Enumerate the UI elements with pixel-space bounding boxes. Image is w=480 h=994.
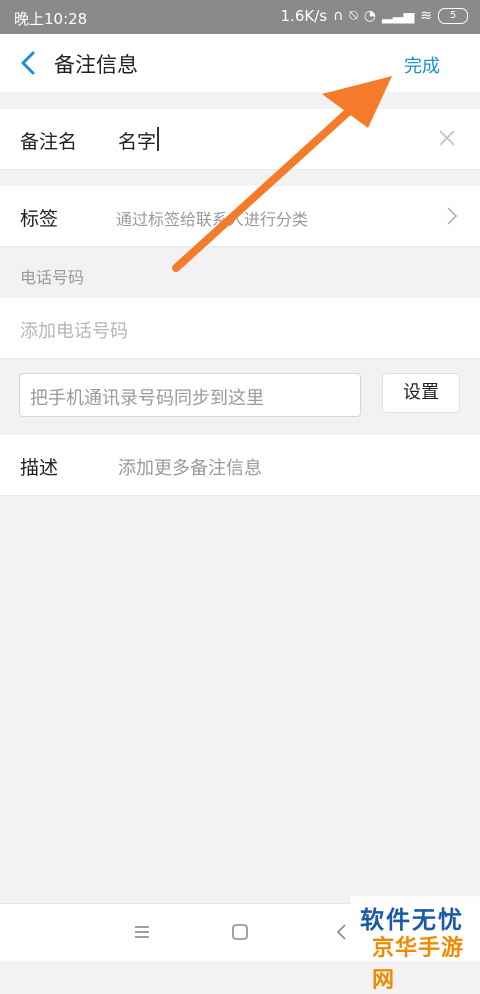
sync-input-placeholder: 把手机通讯录号码同步到这里 (30, 388, 264, 409)
phone-section-title: 电话号码 (20, 268, 85, 287)
watermark-line2: 京华手游网 (372, 936, 465, 993)
remark-name-input[interactable]: 名字 (118, 127, 156, 154)
chevron-right-icon (447, 207, 458, 225)
add-phone-input[interactable]: 添加电话号码 (20, 317, 128, 343)
tags-row[interactable]: 标签 通过标签给联系人进行分类 (0, 186, 480, 247)
page-title: 备注信息 (54, 53, 138, 77)
headphone-icon: ∩ (333, 8, 344, 24)
description-label: 描述 (20, 457, 59, 479)
wifi-icon: ≋ (420, 8, 432, 24)
tags-label: 标签 (20, 208, 59, 230)
status-time: 晚上10:28 (14, 10, 88, 28)
add-phone-row[interactable]: 添加电话号码 (0, 298, 480, 359)
done-button[interactable]: 完成 (404, 52, 440, 78)
tags-placeholder: 通过标签给联系人进行分类 (116, 210, 309, 229)
status-icons: 1.6K/s ∩ ⍉ ◔ ▂▃▅ ≋ 5 (281, 7, 468, 25)
network-speed: 1.6K/s (280, 7, 328, 25)
status-bar: 晚上10:28 1.6K/s ∩ ⍉ ◔ ▂▃▅ ≋ 5 (0, 0, 480, 34)
mute-icon: ⍉ (349, 8, 358, 24)
sync-input[interactable]: 把手机通讯录号码同步到这里 (19, 373, 361, 417)
description-row[interactable]: 描述 添加更多备注信息 (0, 435, 480, 496)
remark-name-label: 备注名 (20, 131, 78, 153)
watermark-logo: 软件无忧 京华手游网 (350, 896, 480, 993)
settings-button[interactable]: 设置 (382, 373, 460, 413)
back-arrow-icon[interactable] (14, 48, 44, 78)
description-placeholder[interactable]: 添加更多备注信息 (118, 454, 262, 480)
home-icon[interactable] (230, 922, 250, 942)
signal-icon: ▂▃▅ (381, 8, 415, 24)
clear-icon[interactable] (438, 129, 456, 147)
header-bar: 备注信息 完成 (0, 34, 480, 92)
remark-name-row[interactable]: 备注名 名字 (0, 109, 480, 170)
menu-icon[interactable] (132, 922, 152, 942)
text-cursor (157, 127, 159, 151)
back-nav-icon[interactable] (332, 922, 352, 942)
alarm-icon: ◔ (363, 8, 376, 24)
battery-icon: 5 (438, 8, 468, 24)
